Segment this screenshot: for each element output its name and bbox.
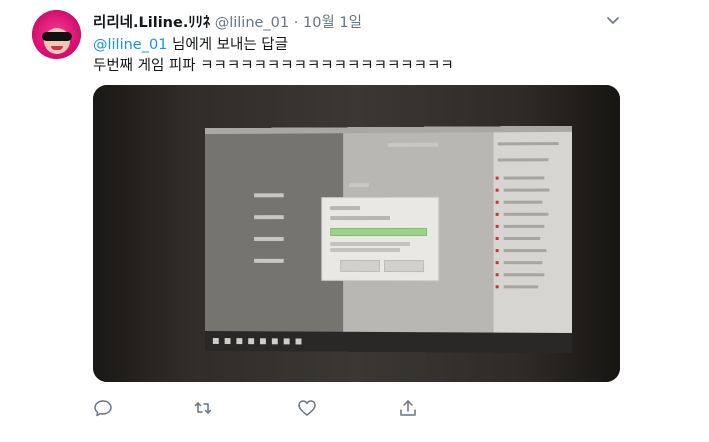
monitor-taskbar-icon bbox=[272, 338, 278, 344]
monitor-list-line bbox=[504, 189, 550, 192]
photographed-monitor bbox=[205, 126, 572, 353]
monitor-list-line bbox=[504, 225, 545, 228]
monitor-taskbar-icon bbox=[213, 338, 219, 344]
monitor-list-dot bbox=[496, 213, 499, 216]
monitor-list-line bbox=[504, 176, 545, 179]
monitor-taskbar-icon bbox=[284, 338, 290, 344]
monitor-list-line bbox=[504, 249, 547, 252]
monitor-list-dot bbox=[496, 225, 499, 228]
monitor-heading-line bbox=[388, 143, 438, 147]
tweet-date[interactable]: 10월 1일 bbox=[303, 15, 362, 31]
monitor-list-dot bbox=[496, 273, 499, 276]
monitor-menu-line bbox=[254, 193, 284, 197]
monitor-taskbar-icon bbox=[248, 338, 254, 344]
monitor-dialog-text-line bbox=[330, 242, 410, 246]
monitor-list-line bbox=[504, 261, 543, 264]
tweet-text: 두번째 게임 피파 ㅋㅋㅋㅋㅋㅋㅋㅋㅋㅋㅋㅋㅋㅋㅋㅋㅋㅋㅋ bbox=[93, 54, 454, 75]
monitor-list-dot bbox=[496, 237, 499, 240]
avatar[interactable] bbox=[32, 10, 81, 59]
monitor-list-dot bbox=[496, 249, 499, 252]
monitor-taskbar-icon bbox=[225, 338, 231, 344]
monitor-list-line bbox=[504, 237, 541, 240]
monitor-menu-line bbox=[254, 259, 284, 263]
monitor-taskbar-icon bbox=[260, 338, 266, 344]
monitor-list-line bbox=[498, 158, 549, 161]
display-name-suffix[interactable]: ﾘﾘﾈ bbox=[188, 15, 210, 31]
avatar-glasses bbox=[42, 32, 72, 41]
monitor-label-line bbox=[349, 183, 369, 187]
monitor-dialog-text-line bbox=[330, 248, 400, 252]
monitor-taskbar-icon bbox=[236, 338, 242, 344]
display-name[interactable]: 리리네.Liline. bbox=[93, 15, 188, 31]
monitor-list-line bbox=[504, 285, 539, 288]
monitor-dialog bbox=[321, 197, 439, 281]
like-icon[interactable] bbox=[297, 398, 317, 418]
reply-mention-link[interactable]: @liline_01 bbox=[93, 37, 167, 53]
monitor-list-line bbox=[498, 142, 559, 145]
monitor-taskbar-icon bbox=[296, 338, 302, 344]
retweet-icon[interactable] bbox=[193, 398, 213, 418]
monitor-list-dot bbox=[496, 285, 499, 288]
monitor-dialog-text-line bbox=[330, 216, 390, 220]
monitor-dialog-title-line bbox=[330, 206, 360, 210]
tweet-header: 리리네.Liline.ﾘﾘﾈ @liline_01 · 10월 1일 bbox=[93, 11, 362, 31]
monitor-list-line bbox=[504, 213, 549, 216]
monitor-progress-bar bbox=[330, 228, 427, 236]
reply-context: @liline_01 님에게 보내는 답글 bbox=[93, 33, 288, 54]
user-handle[interactable]: @liline_01 bbox=[215, 15, 289, 31]
monitor-list-line bbox=[504, 273, 545, 276]
share-icon[interactable] bbox=[398, 398, 418, 418]
reply-context-text: 님에게 보내는 답글 bbox=[167, 37, 288, 53]
separator-dot: · bbox=[294, 15, 299, 31]
monitor-friend-list bbox=[494, 132, 572, 333]
tweet-photo[interactable] bbox=[93, 85, 620, 382]
chevron-down-icon[interactable] bbox=[605, 12, 621, 28]
monitor-menu-line bbox=[254, 215, 284, 219]
monitor-list-line bbox=[504, 201, 543, 204]
monitor-list-dot bbox=[496, 177, 499, 180]
reply-icon[interactable] bbox=[93, 398, 113, 418]
monitor-dialog-button bbox=[384, 260, 424, 272]
monitor-menu-line bbox=[254, 237, 284, 241]
monitor-list-dot bbox=[496, 201, 499, 204]
monitor-list-dot bbox=[496, 189, 499, 192]
monitor-list-dot bbox=[496, 261, 499, 264]
monitor-dialog-button bbox=[340, 260, 380, 272]
